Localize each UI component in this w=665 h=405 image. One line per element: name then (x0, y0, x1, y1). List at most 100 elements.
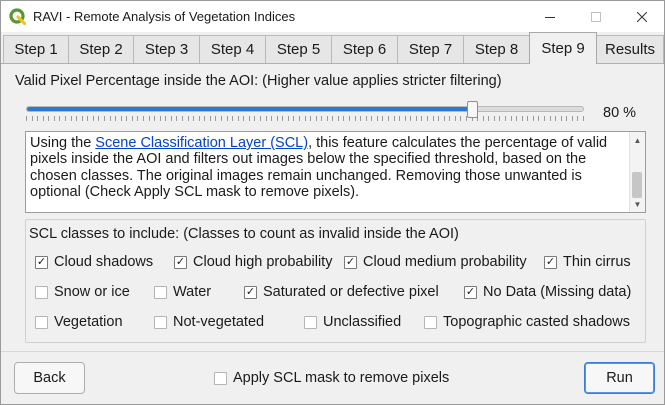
threshold-slider-track[interactable] (26, 106, 584, 112)
title-bar: RAVI - Remote Analysis of Vegetation Ind… (1, 1, 664, 32)
slider-tick (115, 116, 117, 121)
slider-tick (560, 116, 562, 121)
checkbox[interactable] (35, 285, 48, 299)
slider-tick (187, 116, 189, 121)
slider-tick (53, 116, 55, 121)
scroll-up-icon[interactable]: ▲ (630, 133, 645, 147)
run-button[interactable]: Run (584, 362, 655, 394)
slider-tick (87, 116, 89, 121)
description-box[interactable]: Using the Scene Classification Layer (SC… (25, 131, 646, 213)
class-cloud-medium-probability[interactable]: ✓ Cloud medium probability (344, 254, 527, 270)
threshold-value: 80 % (603, 105, 637, 121)
checkbox[interactable]: ✓ (344, 255, 357, 269)
scl-link[interactable]: Scene Classification Layer (SCL) (95, 135, 308, 151)
slider-tick (70, 116, 72, 121)
checkbox[interactable] (424, 315, 437, 329)
class-not-vegetated[interactable]: Not-vegetated (154, 314, 264, 330)
slider-tick (399, 116, 401, 121)
slider-tick (59, 116, 61, 121)
slider-tick (438, 116, 440, 121)
slider-tick (142, 116, 144, 121)
slider-tick (92, 116, 94, 121)
checkbox[interactable]: ✓ (464, 285, 477, 299)
class-cloud-shadows[interactable]: ✓ Cloud shadows (35, 254, 153, 270)
tab-step-6[interactable]: Step 6 (331, 35, 398, 63)
tab-step-1[interactable]: Step 1 (3, 35, 69, 63)
checkbox[interactable] (154, 285, 167, 299)
slider-tick (365, 116, 367, 121)
class-unclassified[interactable]: Unclassified (304, 314, 401, 330)
class-cloud-high-probability[interactable]: ✓ Cloud high probability (174, 254, 332, 270)
slider-tick (76, 116, 78, 121)
scroll-thumb[interactable] (632, 172, 642, 198)
class-vegetation[interactable]: Vegetation (35, 314, 123, 330)
slider-tick (287, 116, 289, 121)
tab-step-9[interactable]: Step 9 (529, 32, 597, 64)
tab-results[interactable]: Results (596, 35, 664, 63)
tab-step-8[interactable]: Step 8 (463, 35, 530, 63)
slider-tick (226, 116, 228, 121)
checkbox-label: Cloud shadows (54, 254, 154, 270)
app-window: RAVI - Remote Analysis of Vegetation Ind… (0, 0, 665, 405)
slider-tick (583, 116, 584, 121)
class-topographic-casted-shadows[interactable]: Topographic casted shadows (424, 314, 630, 330)
tab-step-2[interactable]: Step 2 (68, 35, 134, 63)
threshold-slider-handle[interactable] (466, 101, 478, 118)
minimize-button[interactable] (527, 1, 573, 32)
slider-tick (516, 116, 518, 121)
slider-tick (220, 116, 222, 121)
slider-tick (566, 116, 568, 121)
tab-step-5[interactable]: Step 5 (265, 35, 332, 63)
scroll-down-icon[interactable]: ▼ (630, 197, 645, 211)
slider-tick (282, 116, 284, 121)
slider-tick (237, 116, 239, 121)
slider-tick (165, 116, 167, 121)
checkbox-label: Saturated or defective pixel (263, 284, 439, 300)
slider-tick (415, 116, 417, 121)
slider-tick (432, 116, 434, 121)
slider-tick (81, 116, 83, 121)
slider-tick (505, 116, 507, 121)
checkbox[interactable]: ✓ (544, 255, 557, 269)
checkbox[interactable]: ✓ (244, 285, 257, 299)
close-button[interactable] (619, 1, 665, 32)
slider-tick (460, 116, 462, 121)
slider-tick (538, 116, 540, 121)
tab-step-7[interactable]: Step 7 (397, 35, 464, 63)
class-saturated-or-defective[interactable]: ✓ Saturated or defective pixel (244, 284, 439, 300)
slider-tick (482, 116, 484, 121)
slider-tick (120, 116, 122, 121)
slider-tick (354, 116, 356, 121)
maximize-icon (591, 11, 601, 22)
class-no-data[interactable]: ✓ No Data (Missing data) (464, 284, 631, 300)
tab-step-3[interactable]: Step 3 (133, 35, 200, 63)
slider-tick (137, 116, 139, 121)
slider-tick (254, 116, 256, 121)
checkbox[interactable] (304, 315, 317, 329)
checkbox[interactable]: ✓ (35, 255, 48, 269)
slider-tick (310, 116, 312, 121)
slider-tick (37, 116, 39, 121)
slider-tick (159, 116, 161, 121)
tab-step-4[interactable]: Step 4 (199, 35, 266, 63)
description-scrollbar[interactable]: ▲ ▼ (629, 132, 645, 212)
description-prefix: Using the (30, 135, 96, 151)
description-text: Using the Scene Classification Layer (SC… (30, 135, 628, 200)
class-thin-cirrus[interactable]: ✓ Thin cirrus (544, 254, 631, 270)
checkbox[interactable]: ✓ (174, 255, 187, 269)
slider-tick (555, 116, 557, 121)
checkbox-label: Cloud high probability (193, 254, 333, 270)
apply-scl-mask-checkbox[interactable] (214, 371, 227, 385)
checkbox-label: Vegetation (54, 314, 123, 330)
class-snow-or-ice[interactable]: Snow or ice (35, 284, 130, 300)
back-button[interactable]: Back (14, 362, 85, 394)
apply-scl-mask-option[interactable]: Apply SCL mask to remove pixels (214, 370, 449, 386)
slider-tick (204, 116, 206, 121)
maximize-button[interactable] (573, 1, 619, 32)
window-title: RAVI - Remote Analysis of Vegetation Ind… (33, 9, 296, 24)
minimize-icon (545, 16, 555, 18)
checkbox[interactable] (154, 315, 167, 329)
class-water[interactable]: Water (154, 284, 211, 300)
checkbox[interactable] (35, 315, 48, 329)
slider-tick (193, 116, 195, 121)
